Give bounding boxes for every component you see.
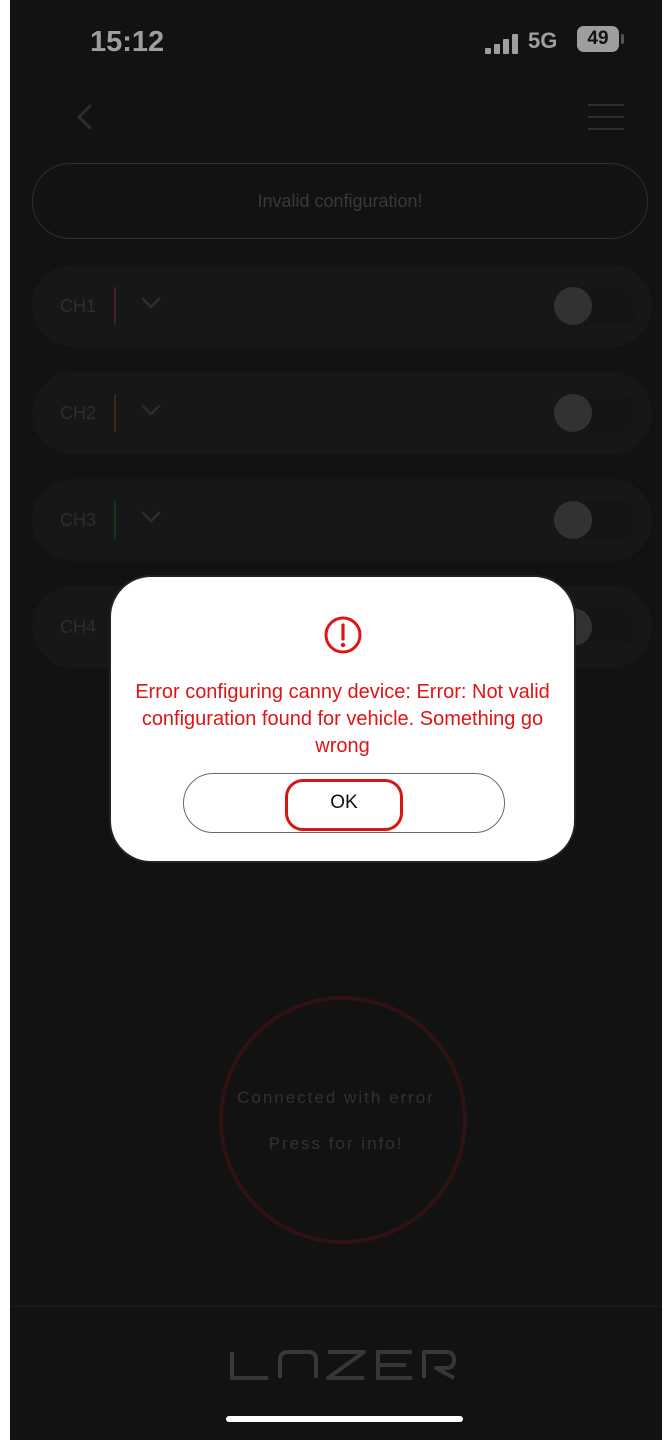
app-screen: 15:12 5G 49 Invalid configuration! CH1 C… (10, 0, 662, 1440)
ok-button[interactable]: OK (183, 773, 505, 833)
home-indicator[interactable] (226, 1416, 463, 1422)
alert-circle-icon (324, 616, 362, 654)
error-message: Error configuring canny device: Error: N… (135, 681, 550, 757)
error-dialog: Error configuring canny device: Error: N… (109, 575, 576, 863)
